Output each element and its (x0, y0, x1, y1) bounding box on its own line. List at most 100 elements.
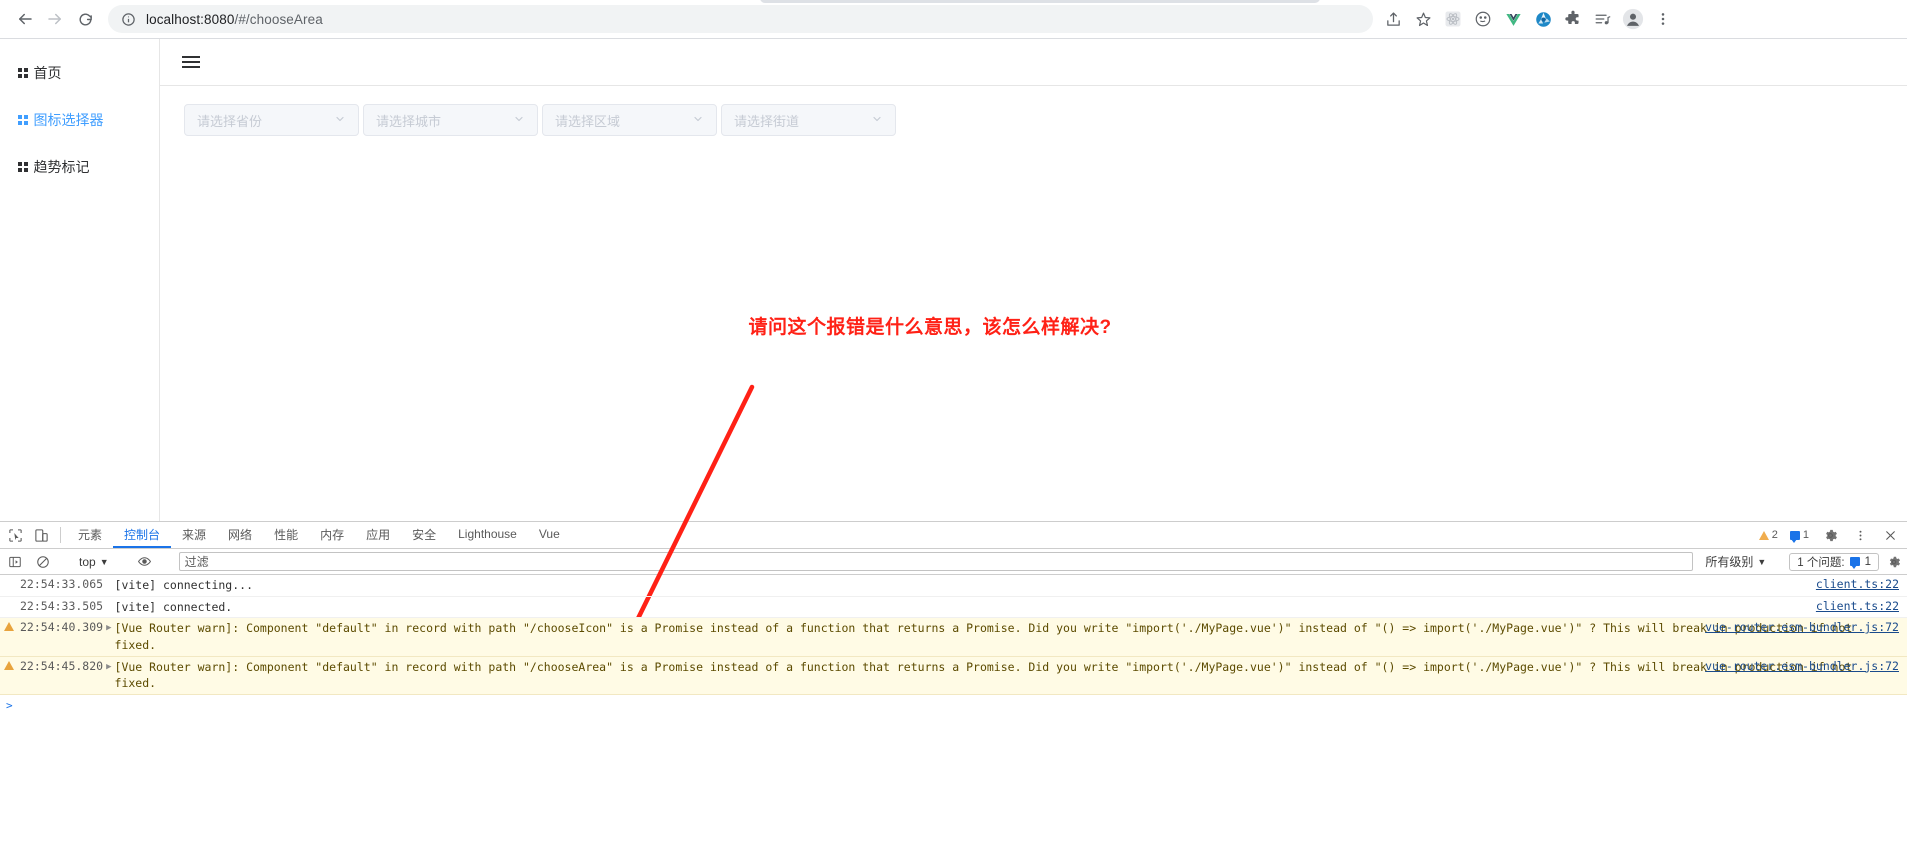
forward-button[interactable] (40, 4, 70, 34)
inspect-element-icon[interactable] (2, 522, 28, 548)
devtools-panel: 元素 控制台 来源 网络 性能 内存 应用 安全 Lighthouse Vue … (0, 521, 1907, 843)
warning-triangle-icon (1758, 530, 1769, 540)
issues-label: 1 个问题: (1797, 556, 1845, 569)
tab-lighthouse[interactable]: Lighthouse (447, 522, 528, 548)
warning-count: 2 (1771, 529, 1778, 541)
warning-triangle-icon (0, 620, 18, 632)
devtools-status-icons: 2 1 (1755, 522, 1907, 548)
chevron-down-icon (513, 113, 525, 128)
log-message: [Vue Router warn]: Component "default" i… (114, 621, 1853, 653)
log-timestamp: 22:54:45.820 (20, 658, 104, 673)
camera-icon[interactable] (1529, 5, 1557, 33)
devtools-tabbar: 元素 控制台 来源 网络 性能 内存 应用 安全 Lighthouse Vue … (0, 522, 1907, 549)
message-count-badge[interactable]: 1 (1786, 529, 1813, 543)
issues-button[interactable]: 1 个问题: 1 (1789, 552, 1879, 571)
close-devtools-icon[interactable] (1877, 529, 1903, 542)
vue-devtools-icon[interactable] (1499, 5, 1527, 33)
browser-toolbar: localhost:8080/#/chooseArea (0, 0, 1907, 38)
log-source-link[interactable]: client.ts:22 (1816, 577, 1899, 591)
console-settings-gear-icon[interactable] (1881, 551, 1907, 573)
execution-context-selector[interactable]: top ▼ (73, 555, 115, 569)
clear-console-icon[interactable] (30, 551, 56, 573)
log-timestamp: 22:54:33.505 (20, 598, 104, 613)
back-button[interactable] (10, 4, 40, 34)
tab-vue[interactable]: Vue (528, 522, 571, 548)
expand-arrow-icon[interactable]: ▶ (103, 659, 114, 675)
device-toolbar-icon[interactable] (28, 522, 54, 548)
log-source-link[interactable]: vue-router.esm-bundler.js:72 (1705, 620, 1899, 634)
warning-count-badge[interactable]: 2 (1755, 529, 1782, 541)
reload-button[interactable] (70, 4, 100, 34)
console-warning-row[interactable]: 22:54:45.820 ▶ [Vue Router warn]: Compon… (0, 656, 1907, 696)
chevron-down-icon: ▼ (1757, 556, 1767, 567)
chrome-menu-icon[interactable] (1649, 5, 1677, 33)
expand-arrow-icon[interactable]: ▶ (103, 620, 114, 636)
tab-network[interactable]: 网络 (217, 522, 263, 548)
chevron-down-icon (871, 113, 883, 128)
console-log-list[interactable]: 22:54:33.065 [vite] connecting... client… (0, 575, 1907, 843)
playlist-icon[interactable] (1589, 5, 1617, 33)
site-info-icon[interactable] (120, 11, 136, 27)
console-log-row[interactable]: 22:54:33.065 [vite] connecting... client… (0, 575, 1907, 597)
console-log-row[interactable]: 22:54:33.505 [vite] connected. client.ts… (0, 597, 1907, 619)
log-level-icon (0, 577, 18, 579)
tab-performance[interactable]: 性能 (263, 522, 309, 548)
tab-strip-remnant (760, 0, 1320, 3)
react-devtools-icon[interactable] (1439, 5, 1467, 33)
message-count: 1 (1802, 529, 1809, 541)
tab-application[interactable]: 应用 (355, 522, 401, 548)
log-level-icon (0, 599, 18, 601)
tab-elements[interactable]: 元素 (67, 522, 113, 548)
content-header (160, 39, 1907, 86)
log-message: [vite] connecting... (114, 578, 253, 592)
browser-action-icons (1379, 5, 1677, 33)
log-level-selector[interactable]: 所有级别 ▼ (1699, 553, 1772, 570)
tab-sources[interactable]: 来源 (171, 522, 217, 548)
tab-memory[interactable]: 内存 (309, 522, 355, 548)
select-city[interactable]: 请选择城市 (363, 104, 538, 136)
context-label: top (79, 554, 96, 569)
share-icon[interactable] (1379, 5, 1407, 33)
console-sidebar-toggle-icon[interactable] (2, 551, 28, 573)
log-timestamp: 22:54:40.309 (20, 620, 104, 635)
tab-console[interactable]: 控制台 (113, 522, 172, 548)
tab-security[interactable]: 安全 (401, 522, 447, 548)
hamburger-menu-icon[interactable] (182, 56, 200, 68)
extensions-icon[interactable] (1559, 5, 1587, 33)
sidebar-item-label: 趋势标记 (33, 159, 90, 175)
log-message: [vite] connected. (114, 599, 233, 614)
log-source-link[interactable]: client.ts:22 (1816, 599, 1899, 613)
sidebar-item-icon-picker[interactable]: 图标选择器 (0, 98, 159, 142)
emoji-icon[interactable] (1469, 5, 1497, 33)
message-bubble-icon (1849, 557, 1860, 569)
sidebar-item-trend-marker[interactable]: 趋势标记 (0, 145, 159, 189)
log-source-link[interactable]: vue-router.esm-bundler.js:72 (1705, 659, 1899, 673)
console-filter-input[interactable]: 过滤 (178, 552, 1694, 571)
console-warning-row[interactable]: 22:54:40.309 ▶ [Vue Router warn]: Compon… (0, 618, 1907, 657)
console-prompt[interactable]: > (0, 695, 1907, 715)
devtools-more-options-icon[interactable] (1847, 529, 1873, 542)
cascading-selects-row: 请选择省份 请选择城市 请选择区域 请选择街道 (160, 86, 1907, 136)
page-viewport: 首页 图标选择器 趋势标记 请选择省份 请选择城市 请选择区域 请选择街道 请问… (0, 38, 1907, 669)
select-placeholder: 请选择省份 (197, 113, 263, 129)
settings-gear-icon[interactable] (1817, 528, 1843, 543)
star-icon[interactable] (1409, 5, 1437, 33)
grid-icon (18, 115, 28, 125)
select-province[interactable]: 请选择省份 (184, 104, 359, 136)
chevron-down-icon (692, 113, 704, 128)
select-placeholder: 请选择区域 (555, 113, 621, 129)
log-level-label: 所有级别 (1705, 555, 1754, 569)
sidebar-item-label: 图标选择器 (33, 112, 104, 128)
select-placeholder: 请选择城市 (376, 113, 442, 129)
select-district[interactable]: 请选择区域 (542, 104, 717, 136)
address-bar[interactable]: localhost:8080/#/chooseArea (108, 5, 1373, 33)
grid-icon (18, 68, 28, 78)
select-street[interactable]: 请选择街道 (721, 104, 896, 136)
live-expression-eye-icon[interactable] (132, 551, 158, 573)
sidebar-item-home[interactable]: 首页 (0, 51, 159, 95)
divider (60, 527, 61, 543)
log-message: [Vue Router warn]: Component "default" i… (114, 659, 1853, 691)
profile-icon[interactable] (1619, 5, 1647, 33)
